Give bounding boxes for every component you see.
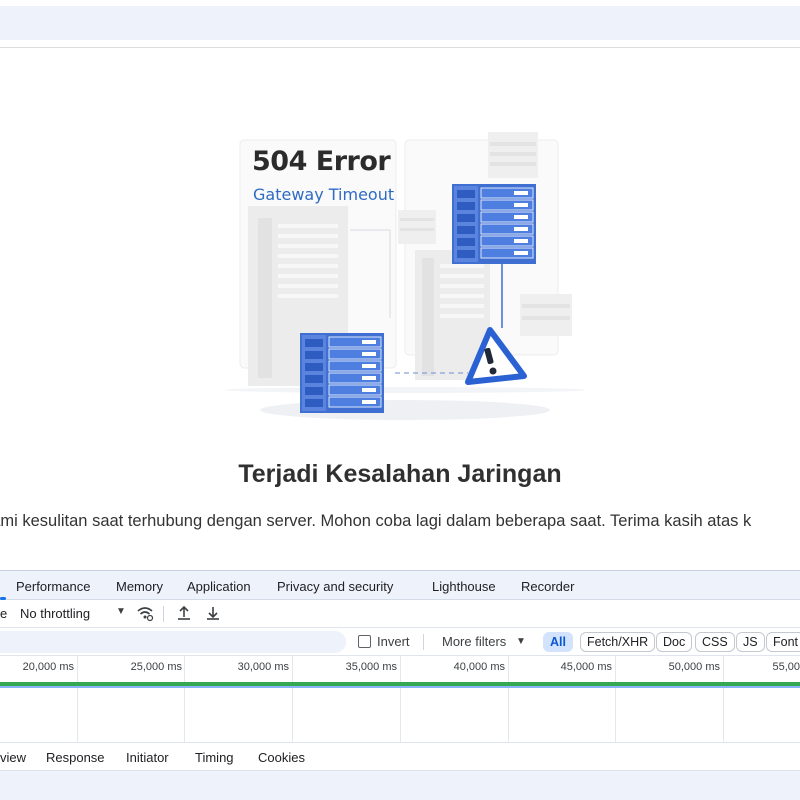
timeline-grid-line (400, 656, 401, 742)
timeline-tick-label: 40,000 ms (453, 661, 505, 673)
upload-icon[interactable] (175, 604, 193, 622)
invert-label: Invert (377, 634, 410, 649)
timeline-grid-line (508, 656, 509, 742)
tab-cookies[interactable]: Cookies (258, 750, 305, 765)
timeline-tick-label: 35,000 ms (345, 661, 397, 673)
browser-top-bar (0, 0, 800, 48)
more-filters-button[interactable]: More filters (442, 634, 506, 649)
timeline-tick-label: 45,000 ms (560, 661, 612, 673)
request-timing-bar-secondary (0, 686, 800, 688)
download-icon[interactable] (204, 604, 222, 622)
tab-preview[interactable]: view (0, 750, 26, 765)
chevron-down-icon[interactable]: ▼ (116, 606, 126, 617)
throttling-select[interactable]: No throttling (20, 606, 90, 621)
filter-chip-all[interactable]: All (543, 632, 573, 652)
tab-initiator[interactable]: Initiator (126, 750, 169, 765)
tab-privacy-security[interactable]: Privacy and security (277, 579, 393, 594)
filter-chip-doc[interactable]: Doc (656, 632, 693, 652)
tab-lighthouse[interactable]: Lighthouse (432, 579, 496, 594)
tab-recorder[interactable]: Recorder (521, 579, 574, 594)
tab-response[interactable]: Response (46, 750, 105, 765)
page-heading: Terjadi Kesalahan Jaringan (238, 460, 562, 488)
network-conditions-icon[interactable] (136, 604, 154, 622)
filter-input[interactable] (0, 631, 346, 653)
network-filter-bar: Invert More filters ▼ All Fetch/XHR Doc … (0, 628, 800, 656)
network-toolbar: e No throttling ▼ (0, 600, 800, 628)
invert-checkbox[interactable] (358, 635, 371, 648)
error-message: ngalami kesulitan saat terhubung dengan … (0, 512, 752, 530)
chevron-down-icon[interactable]: ▼ (516, 636, 526, 647)
address-bar-strip[interactable] (0, 6, 800, 40)
timeline-tick-label: 55,00 (772, 661, 800, 673)
timeline-tick-label: 20,000 ms (22, 661, 74, 673)
timeline-grid-line (292, 656, 293, 742)
filter-chip-css[interactable]: CSS (695, 632, 735, 652)
timeline-grid-line (184, 656, 185, 742)
timeline-grid-line (77, 656, 78, 742)
toolbar-divider (163, 606, 164, 622)
timeline-grid-line (723, 656, 724, 742)
request-detail-tabs: view Response Initiator Timing Cookies (0, 742, 800, 770)
tab-application[interactable]: Application (187, 579, 251, 594)
timeline-tick-label: 50,000 ms (668, 661, 720, 673)
devtools-bottom-area (0, 770, 800, 800)
devtools-tab-bar: Performance Memory Application Privacy a… (0, 571, 800, 600)
filter-chip-fetch-xhr[interactable]: Fetch/XHR (580, 632, 656, 652)
timeline-grid-line (615, 656, 616, 742)
filter-divider (423, 634, 424, 650)
tab-performance[interactable]: Performance (16, 579, 90, 594)
filter-chip-font[interactable]: Font (766, 632, 800, 652)
tab-memory[interactable]: Memory (116, 579, 163, 594)
error-code-subtitle: Gateway Timeout (253, 185, 395, 204)
tab-timing[interactable]: Timing (195, 750, 234, 765)
timeline-tick-label: 30,000 ms (237, 661, 289, 673)
preserve-log-label-fragment[interactable]: e (0, 606, 7, 621)
filter-chip-js[interactable]: JS (736, 632, 765, 652)
timeline-tick-label: 25,000 ms (130, 661, 182, 673)
error-code-title: 504 Error (252, 146, 391, 177)
network-overview-timeline[interactable]: 20,000 ms 25,000 ms 30,000 ms 35,000 ms … (0, 656, 800, 742)
devtools-panel: Performance Memory Application Privacy a… (0, 570, 800, 800)
